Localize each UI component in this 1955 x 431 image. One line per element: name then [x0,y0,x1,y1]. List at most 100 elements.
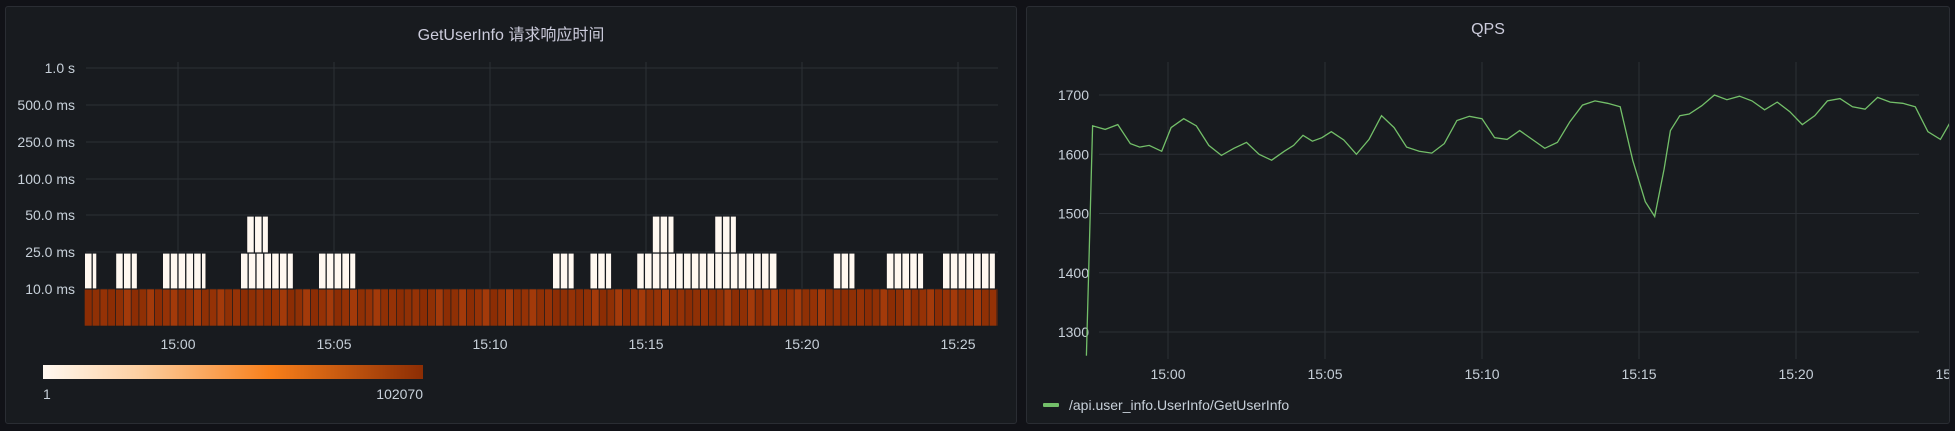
heatmap-cell [980,252,990,290]
heatmap-cell [333,252,343,290]
heatmap-cell [667,215,675,254]
heatmap-cell [589,252,599,290]
heatmap-cell [965,288,974,327]
heatmap-cell [988,288,998,327]
heatmap-cell [643,252,653,290]
heatmap-cell [973,288,982,327]
heatmap-cell [286,288,296,327]
heatmap-cell [653,288,662,327]
heatmap-cell [403,288,413,327]
heatmap-cell [721,252,731,290]
heatmap-cell [840,288,850,327]
heatmap-cell [200,252,207,290]
y-tick-label: 1500 [1058,206,1089,222]
heatmap-cell [676,288,686,327]
heatmap-cell [909,252,919,290]
heatmap-cell [669,288,678,327]
heatmap-cell [885,252,895,290]
heatmap-cell [255,252,265,290]
heatmap-cell [832,288,842,327]
heatmap-cell [567,252,575,290]
heatmap-cell [247,252,257,290]
heatmap-cell [388,288,397,327]
heatmap-cell [232,288,241,327]
heatmap-cell [286,252,295,290]
heatmap-cell [762,288,772,327]
heatmap-cell [583,288,592,327]
heatmap-cell [240,288,249,327]
heatmap-cell [349,252,357,290]
heatmap-cell [201,288,210,327]
heatmap-cell [651,215,661,254]
heatmap-cell [926,288,935,327]
heatmap-cell [698,252,708,290]
heatmap-cell [972,252,982,290]
x-tick-label: 15:20 [1778,366,1813,382]
heatmap-cell [246,215,256,254]
heatmap-cell [341,252,351,290]
heatmap-cell [606,288,616,327]
heatmap-cell [840,252,850,290]
heatmap-cell [918,288,928,327]
heatmap-cell [723,288,733,327]
heatmap-cell [729,252,739,290]
heatmap-cell [760,252,770,290]
heatmap-cell [996,288,999,327]
heatmap-cell [185,288,194,327]
heatmap-cell [825,288,834,327]
heatmap-panel: GetUserInfo 请求响应时间 10.0 ms 25.0 ms 50.0 ms… [5,6,1017,424]
heatmap-cell [216,288,226,327]
heatmap-cell [591,288,600,327]
heatmap-cell [122,252,132,290]
heatmap-cell [497,288,506,327]
heatmap-cell [715,288,725,327]
heatmap-cell [83,252,93,290]
x-tick-label: 15:15 [628,336,663,352]
heatmap-cell [317,252,327,290]
heatmap-cell [154,288,163,327]
heatmap-cell [325,288,335,327]
heatmap-cell [318,288,327,327]
heatmap-cell [123,288,132,327]
heatmap-cell [91,252,98,290]
y-tick-label: 500.0 ms [17,97,75,113]
heatmap-cell [466,288,475,327]
heatmap-cell [396,288,405,327]
heatmap-cell [675,252,685,290]
heatmap-cell [864,288,873,327]
heatmap-cell [302,288,311,327]
heatmap-cell [684,288,694,327]
heatmap-cell [942,288,951,327]
heatmap-cell [271,252,281,290]
heatmap-cell [474,288,483,327]
heatmap-cell [731,288,740,327]
heatmap-cell [754,288,764,327]
heatmap-cell [84,288,93,327]
x-tick-label: 15:10 [472,336,507,352]
heatmap-cell [364,288,374,327]
y-tick-label: 10.0 ms [25,281,75,297]
heatmap-cell [981,288,990,327]
heatmap-cell [380,288,389,327]
heatmap-cell [903,288,912,327]
heatmap-cell [916,252,925,290]
legend-min-label: 1 [43,386,51,402]
heatmap-cell [513,288,522,327]
heatmap-cell [255,288,265,327]
heatmap-cell [224,288,233,327]
heatmap-cell [659,252,669,290]
heatmap-cell [708,288,717,327]
heatmap-cell [138,288,148,327]
heatmap-cell [614,288,623,327]
legend-swatch [1043,403,1059,407]
heatmap-cell [651,252,661,290]
heatmap-cell [551,252,561,290]
heatmap-cell [107,288,116,327]
heatmap-cell [901,252,911,290]
heatmap-cell [544,288,553,327]
heatmap-cell [575,288,584,327]
x-tick-label: 15:25 [940,336,975,352]
heatmap-cell [442,288,452,327]
heatmap-cell [489,288,499,327]
heatmap-cell [965,252,975,290]
